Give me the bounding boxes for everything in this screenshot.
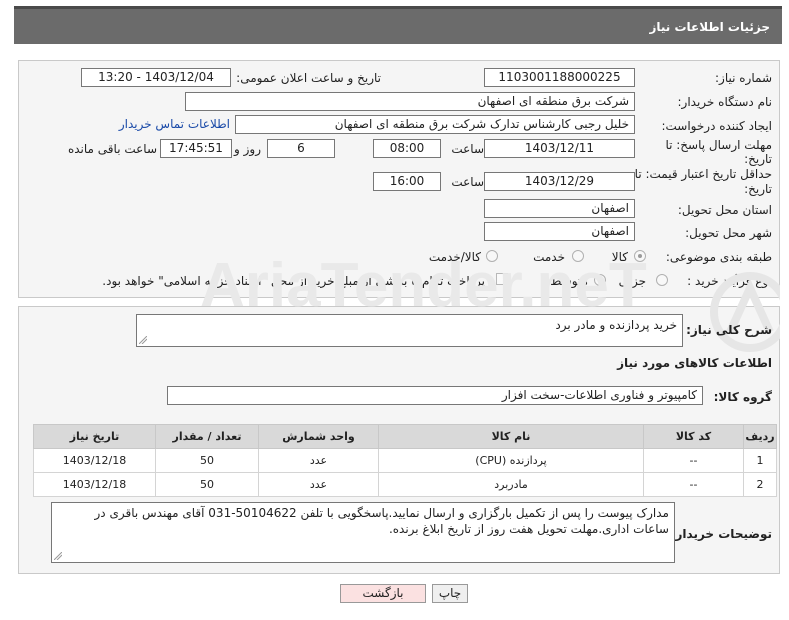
deadline-time-field[interactable]: 08:00 [373,139,441,158]
cell-quantity: 50 [155,472,259,497]
watermark-text: AriaTender.neT [200,251,647,320]
table-row[interactable]: 2 -- مادربرد عدد 50 1403/12/18 [33,472,777,497]
province-field[interactable]: اصفهان [484,199,635,218]
validity-time-field[interactable]: 16:00 [373,172,441,191]
column-header-quantity: تعداد / مقدار [155,424,259,449]
column-header-unit: واحد شمارش [258,424,379,449]
table-row[interactable]: 1 -- پردازنده (CPU) عدد 50 1403/12/18 [33,448,777,473]
province-label: استان محل تحویل: [677,203,772,217]
buyer-contact-link[interactable]: اطلاعات تماس خریدار [119,117,230,131]
goods-group-label: گروه کالا: [713,390,772,404]
remaining-time-label: ساعت باقی مانده [67,142,157,156]
category-label: طبقه بندی موضوعی: [665,250,772,264]
deadline-label-date: تاریخ: [744,152,772,166]
cell-quantity: 50 [155,448,259,473]
validity-time-label: ساعت [451,175,484,189]
cell-item-code: -- [643,448,744,473]
resize-grip-icon[interactable] [54,552,62,560]
buyer-org-label: نام دستگاه خریدار: [677,95,773,109]
announce-date-label: تاریخ و ساعت اعلان عمومی: [236,71,381,85]
process-label: نوع فرآیند خرید : [687,274,772,288]
city-label: شهر محل تحویل: [685,226,772,240]
back-button[interactable]: بازگشت [340,584,426,603]
cell-row-number: 2 [743,472,777,497]
cell-item-name: پردازنده (CPU) [378,448,644,473]
announce-date-field[interactable]: 1403/12/04 - 13:20 [81,68,231,87]
column-header-item-code: کد کالا [643,424,744,449]
cell-need-date: 1403/12/18 [33,448,156,473]
price-validity-label-date: تاریخ: [744,182,772,196]
price-validity-label: حداقل تاریخ اعتبار قیمت: تا [634,167,772,181]
resize-grip-icon[interactable] [139,336,147,344]
need-number-label: شماره نیاز: [715,71,772,85]
cell-item-name: مادربرد [378,472,644,497]
buyer-org-field[interactable]: شرکت برق منطقه ای اصفهان [185,92,635,111]
city-field[interactable]: اصفهان [484,222,635,241]
days-remaining-field[interactable]: 6 [267,139,335,158]
days-label: روز و [234,142,261,156]
summary-text: خرید پردازنده و مادر برد [555,318,677,332]
column-header-row-number: ردیف [743,424,777,449]
buyer-notes-label: توضیحات خریدار: [670,527,772,541]
remaining-time-field[interactable]: 17:45:51 [160,139,232,158]
deadline-date-field[interactable]: 1403/12/11 [484,139,635,158]
column-header-item-name: نام کالا [378,424,644,449]
requester-field[interactable]: خلیل رجبی کارشناس تدارک شرکت برق منطقه ا… [235,115,635,134]
cell-unit: عدد [258,448,379,473]
goods-info-title: اطلاعات کالاهای مورد نیاز [617,356,772,370]
cell-item-code: -- [643,472,744,497]
validity-date-field[interactable]: 1403/12/29 [484,172,635,191]
buyer-notes-textarea[interactable]: مدارک پیوست را پس از تکمیل بارگزاری و ار… [51,502,675,563]
cell-need-date: 1403/12/18 [33,472,156,497]
cell-row-number: 1 [743,448,777,473]
process-radio-minor[interactable] [656,274,668,286]
table-header-row: ردیف کد کالا نام کالا واحد شمارش تعداد /… [33,424,777,449]
page-title: جزئیات اطلاعات نیاز [649,20,770,34]
goods-group-field[interactable]: کامپیوتر و فناوری اطلاعات-سخت افزار [167,386,703,405]
deadline-label: مهلت ارسال پاسخ: تا [665,138,772,152]
column-header-need-date: تاریخ نیاز [33,424,156,449]
print-button[interactable]: چاپ [432,584,468,603]
summary-label: شرح کلی نیاز: [686,323,772,337]
summary-textarea[interactable]: خرید پردازنده و مادر برد [136,314,683,347]
buyer-notes-text: مدارک پیوست را پس از تکمیل بارگزاری و ار… [94,506,670,536]
page-header: جزئیات اطلاعات نیاز [14,6,782,44]
requester-label: ایجاد کننده درخواست: [661,119,772,133]
cell-unit: عدد [258,472,379,497]
need-number-field[interactable]: 1103001188000225 [484,68,635,87]
deadline-time-label: ساعت [451,142,484,156]
goods-table: ردیف کد کالا نام کالا واحد شمارش تعداد /… [33,424,777,497]
